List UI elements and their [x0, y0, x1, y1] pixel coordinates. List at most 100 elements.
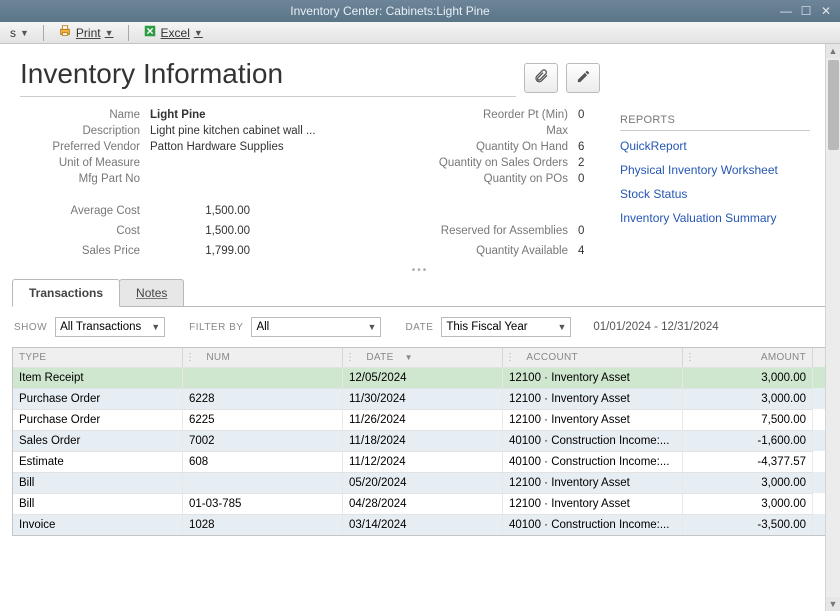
attachment-button[interactable]: [524, 63, 558, 93]
scroll-up-arrow-icon[interactable]: ▲: [826, 44, 840, 58]
table-row[interactable]: Estimate60811/12/202440100 · Constructio…: [13, 451, 835, 472]
splitter-handle[interactable]: •••: [0, 265, 840, 275]
col-num[interactable]: ⋮ NUM: [183, 348, 343, 367]
edit-button[interactable]: [566, 63, 600, 93]
report-link-valuation-summary[interactable]: Inventory Valuation Summary: [620, 211, 810, 225]
col-amount-label: AMOUNT: [761, 352, 806, 363]
vertical-scrollbar[interactable]: ▲ ▼: [825, 44, 840, 611]
maximize-button[interactable]: ☐: [798, 4, 814, 18]
tab-notes-label: Notes: [136, 286, 167, 300]
toolbar-first-dropdown[interactable]: s ▼: [6, 24, 33, 42]
label-reserved: Reserved for Assemblies: [418, 225, 578, 237]
toolbar-separator: [43, 25, 44, 41]
date-value: This Fiscal Year: [446, 321, 527, 333]
table-row[interactable]: Invoice102803/14/202440100 · Constructio…: [13, 514, 835, 535]
report-link-quickreport[interactable]: QuickReport: [620, 139, 810, 153]
reports-panel: REPORTS QuickReport Physical Inventory W…: [620, 58, 810, 257]
excel-menu[interactable]: Excel ▼: [139, 22, 207, 43]
item-header-left: Inventory Information Name Light Pine Re…: [20, 58, 600, 257]
cell-amount: 3,000.00: [683, 493, 813, 514]
label-name: Name: [20, 109, 150, 121]
cell-num: 01-03-785: [183, 493, 343, 514]
cell-account: 12100 · Inventory Asset: [503, 367, 683, 388]
date-range-text: 01/01/2024 - 12/31/2024: [593, 321, 718, 333]
value-vendor: Patton Hardware Supplies: [150, 141, 330, 153]
cell-num: 608: [183, 451, 343, 472]
filter-label-filterby: FILTER BY: [189, 322, 243, 333]
table-row[interactable]: Sales Order700211/18/202440100 · Constru…: [13, 430, 835, 451]
label-avgcost: Average Cost: [20, 205, 150, 217]
label-mfg: Mfg Part No: [20, 173, 150, 185]
label-onhand: Quantity On Hand: [418, 141, 578, 153]
pencil-icon: [576, 69, 591, 87]
show-value: All Transactions: [60, 321, 141, 333]
chevron-down-icon: ▼: [557, 322, 566, 332]
chevron-down-icon: ▼: [151, 322, 160, 332]
chevron-down-icon: ▼: [194, 28, 203, 38]
value-cost: 1,500.00: [150, 225, 310, 237]
scroll-down-arrow-icon[interactable]: ▼: [826, 597, 840, 611]
cell-type: Item Receipt: [13, 367, 183, 388]
cell-type: Purchase Order: [13, 409, 183, 430]
value-uom: [150, 157, 330, 169]
filterby-select[interactable]: All ▼: [251, 317, 381, 337]
col-num-label: NUM: [206, 352, 230, 363]
excel-icon: [143, 24, 157, 41]
cell-num: 6225: [183, 409, 343, 430]
sort-desc-icon: ▼: [405, 353, 413, 362]
show-select[interactable]: All Transactions ▼: [55, 317, 165, 337]
cell-date: 11/30/2024: [343, 388, 503, 409]
tab-notes[interactable]: Notes: [119, 279, 184, 306]
cell-num: 7002: [183, 430, 343, 451]
close-button[interactable]: ✕: [818, 4, 834, 18]
minimize-button[interactable]: —: [778, 4, 794, 18]
cell-account: 12100 · Inventory Asset: [503, 493, 683, 514]
cell-type: Purchase Order: [13, 388, 183, 409]
label-reorder: Reorder Pt (Min): [418, 109, 578, 121]
col-type[interactable]: TYPE: [13, 348, 183, 367]
cost-block: Average Cost 1,500.00 Cost 1,500.00 Rese…: [20, 205, 600, 257]
table-row[interactable]: Bill05/20/202412100 · Inventory Asset3,0…: [13, 472, 835, 493]
label-onso: Quantity on Sales Orders: [418, 157, 578, 169]
report-link-stock-status[interactable]: Stock Status: [620, 187, 810, 201]
date-select[interactable]: This Fiscal Year ▼: [441, 317, 571, 337]
label-description: Description: [20, 125, 150, 137]
report-link-physical-inventory[interactable]: Physical Inventory Worksheet: [620, 163, 810, 177]
cell-amount: 3,000.00: [683, 388, 813, 409]
table-row[interactable]: Purchase Order622511/26/202412100 · Inve…: [13, 409, 835, 430]
filters-bar: SHOW All Transactions ▼ FILTER BY All ▼ …: [0, 307, 840, 347]
chevron-down-icon: ▼: [368, 322, 377, 332]
cell-account: 12100 · Inventory Asset: [503, 388, 683, 409]
scroll-thumb[interactable]: [828, 60, 839, 150]
item-header-section: Inventory Information Name Light Pine Re…: [0, 44, 840, 265]
label-onpo: Quantity on POs: [418, 173, 578, 185]
grid-rows: Item Receipt12/05/202412100 · Inventory …: [13, 367, 835, 535]
cell-num: 6228: [183, 388, 343, 409]
cell-account: 12100 · Inventory Asset: [503, 472, 683, 493]
cell-date: 03/14/2024: [343, 514, 503, 535]
tabs: Transactions Notes: [12, 275, 836, 307]
resize-dots-icon: ⋮: [685, 352, 695, 363]
printer-icon: [58, 24, 72, 41]
value-salesprice: 1,799.00: [150, 245, 310, 257]
print-menu[interactable]: Print ▼: [54, 22, 118, 43]
cell-type: Estimate: [13, 451, 183, 472]
toolbar: s ▼ Print ▼ Excel ▼: [0, 22, 840, 44]
tab-transactions[interactable]: Transactions: [12, 279, 120, 307]
table-row[interactable]: Bill01-03-78504/28/202412100 · Inventory…: [13, 493, 835, 514]
filter-label-date: DATE: [405, 322, 433, 333]
scroll-track[interactable]: [826, 58, 840, 597]
value-onpo: 0: [578, 173, 600, 185]
cell-type: Bill: [13, 472, 183, 493]
label-uom: Unit of Measure: [20, 157, 150, 169]
col-account[interactable]: ⋮ ACCOUNT: [503, 348, 683, 367]
table-row[interactable]: Item Receipt12/05/202412100 · Inventory …: [13, 367, 835, 388]
label-salesprice: Sales Price: [20, 245, 150, 257]
table-row[interactable]: Purchase Order622811/30/202412100 · Inve…: [13, 388, 835, 409]
col-date[interactable]: ⋮ DATE ▼: [343, 348, 503, 367]
col-amount[interactable]: ⋮ AMOUNT: [683, 348, 813, 367]
cell-account: 40100 · Construction Income:...: [503, 514, 683, 535]
cell-type: Sales Order: [13, 430, 183, 451]
cell-num: [183, 472, 343, 493]
value-max: [578, 125, 600, 137]
